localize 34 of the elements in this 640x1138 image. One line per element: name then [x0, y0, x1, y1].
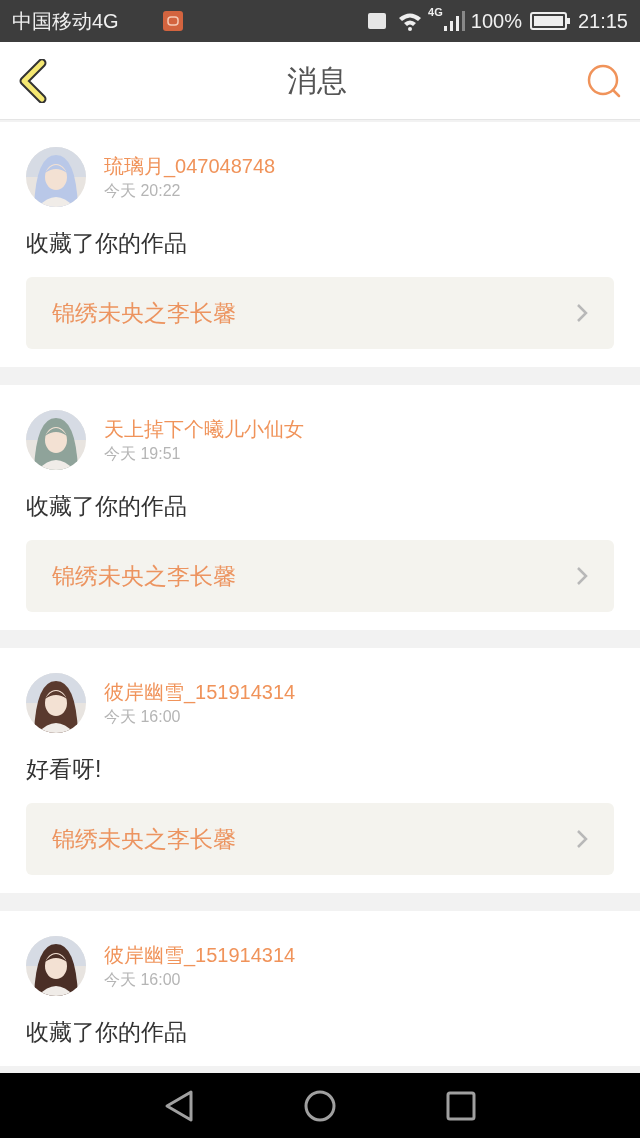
- signal-icon: [442, 10, 465, 32]
- user-name[interactable]: 琉璃月_047048748: [104, 152, 276, 180]
- clock: 21:15: [577, 9, 628, 34]
- work-link[interactable]: 锦绣未央之李长馨: [26, 803, 614, 875]
- work-link[interactable]: 锦绣未央之李长馨: [26, 277, 614, 349]
- user-name[interactable]: 彼岸幽雪_151914314: [104, 678, 296, 706]
- chevron-right-icon: [576, 829, 588, 849]
- message-time: 今天 19:51: [104, 444, 182, 464]
- user-name[interactable]: 天上掉下个曦儿小仙女: [104, 415, 304, 443]
- user-name[interactable]: 彼岸幽雪_151914314: [104, 941, 296, 969]
- wifi-icon: [398, 11, 423, 31]
- chevron-right-icon: [576, 566, 588, 586]
- back-button[interactable]: [18, 58, 48, 103]
- recents-square-icon[interactable]: [446, 1090, 476, 1121]
- hd-icon: [368, 13, 387, 29]
- back-triangle-icon[interactable]: [164, 1088, 194, 1123]
- back-icon: [18, 58, 48, 103]
- page-title: 消息: [287, 63, 347, 99]
- message-text: 收藏了你的作品: [26, 492, 188, 521]
- search-icon: [586, 62, 622, 99]
- message-time: 今天 16:00: [104, 970, 182, 990]
- chevron-right-icon: [576, 303, 588, 323]
- home-circle-icon[interactable]: [304, 1089, 336, 1122]
- carrier-name: 中国移动4G: [12, 9, 119, 34]
- message-text: 收藏了你的作品: [26, 229, 188, 258]
- message-time: 今天 20:22: [104, 181, 182, 201]
- battery-icon: [529, 11, 570, 31]
- message-text: 好看呀!: [26, 755, 103, 784]
- app-notification-icon: [162, 11, 183, 31]
- message-time: 今天 16:00: [104, 707, 182, 727]
- message-text: 收藏了你的作品: [26, 1018, 188, 1047]
- battery-percent: 100%: [470, 9, 522, 34]
- work-link[interactable]: 锦绣未央之李长馨: [26, 540, 614, 612]
- network-type: 4G: [428, 5, 443, 20]
